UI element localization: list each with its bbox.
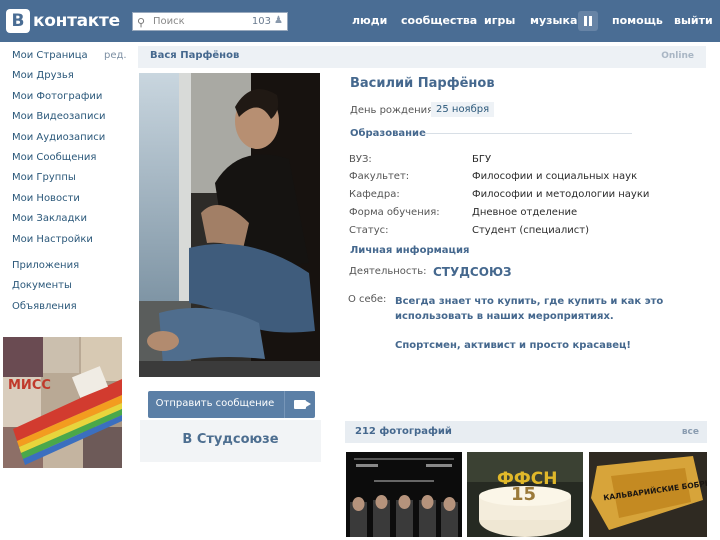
education-label: Факультет: xyxy=(349,171,410,182)
personal-info-title: Личная информация xyxy=(350,245,470,256)
thumbnail-graphic xyxy=(346,452,462,537)
menu-news[interactable]: Мои Новости xyxy=(12,190,132,210)
left-menu: Мои Страница ред. Мои Друзья Мои Фотограф… xyxy=(12,47,132,318)
profile-full-name: Василий Парфёнов xyxy=(350,76,495,91)
education-label: Форма обучения: xyxy=(349,207,440,218)
button-divider xyxy=(284,391,285,418)
thumbnail-graphic: ФФСН 15 xyxy=(467,452,583,537)
about-line: Всегда знает что купить, где купить и ка… xyxy=(395,296,664,307)
education-value[interactable]: Философии и методологии науки xyxy=(472,189,649,200)
send-message-label: Отправить сообщение xyxy=(155,398,275,409)
menu-messages[interactable]: Мои Сообщения xyxy=(12,149,132,169)
menu-friends[interactable]: Мои Друзья xyxy=(12,67,132,87)
birthday-label: День рождения: xyxy=(350,105,437,116)
photo-thumbnail[interactable]: ФФСН 15 xyxy=(467,452,583,537)
online-status: Online xyxy=(661,51,694,61)
education-value[interactable]: Студент (специалист) xyxy=(472,225,589,236)
top-bar: В контакте ⚲ Поиск 103 ♟ люди сообщества… xyxy=(0,0,720,42)
education-label: Статус: xyxy=(349,225,389,236)
menu-apps[interactable]: Приложения xyxy=(12,257,132,277)
cake-number: 15 xyxy=(511,484,536,505)
education-value[interactable]: Философии и социальных наук xyxy=(472,171,637,182)
about-line: использовать в наших мероприятиях. xyxy=(395,311,614,322)
activity-label: Деятельность: xyxy=(349,266,427,277)
about-line: Спортсмен, активист и просто красавец! xyxy=(395,340,631,351)
search-count: 103 xyxy=(251,16,271,27)
pause-icon[interactable] xyxy=(578,11,598,31)
ad-poster-image[interactable]: МИСС xyxy=(3,337,122,468)
nav-communities[interactable]: сообщества xyxy=(401,14,477,30)
menu-photos[interactable]: Мои Фотографии xyxy=(12,88,132,108)
search-icon: ⚲ xyxy=(137,16,146,29)
thumbnail-graphic: КАЛЬВАРИЙСКИЕ БОБРЫ–2012 xyxy=(589,452,707,537)
profile-photo-graphic xyxy=(139,73,320,377)
menu-audio[interactable]: Мои Аудиозаписи xyxy=(12,129,132,149)
nav-music[interactable]: музыка xyxy=(530,14,577,30)
photos-all-link[interactable]: все xyxy=(682,427,699,437)
profile-header: Вася Парфёнов Online xyxy=(138,46,706,68)
poster-graphic: МИСС xyxy=(3,337,122,468)
send-message-button[interactable]: Отправить сообщение xyxy=(148,391,315,418)
video-call-icon[interactable] xyxy=(294,400,311,409)
search-input[interactable]: ⚲ Поиск 103 ♟ xyxy=(132,12,288,31)
logo-text: контакте xyxy=(33,11,120,31)
education-label: ВУЗ: xyxy=(349,154,372,165)
education-label: Кафедра: xyxy=(349,189,400,200)
profile-photo[interactable] xyxy=(139,73,320,377)
menu-my-page[interactable]: Мои Страница ред. xyxy=(12,47,132,67)
group-title: В Студсоюзе xyxy=(182,432,279,447)
activity-value[interactable]: СТУДСОЮЗ xyxy=(433,265,512,279)
logo-letter: В xyxy=(6,9,30,33)
menu-settings[interactable]: Мои Настройки xyxy=(12,231,132,251)
menu-bookmarks[interactable]: Мои Закладки xyxy=(12,210,132,230)
photos-header[interactable]: 212 фотографий все xyxy=(345,421,707,443)
education-divider xyxy=(422,133,632,134)
edit-link[interactable]: ред. xyxy=(104,47,127,65)
photo-thumbnail[interactable]: КАЛЬВАРИЙСКИЕ БОБРЫ–2012 xyxy=(589,452,707,537)
poster-word: МИСС xyxy=(8,378,51,393)
education-value[interactable]: Дневное отделение xyxy=(472,207,577,218)
group-box[interactable]: В Студсоюзе xyxy=(140,420,321,462)
photo-thumbnail[interactable] xyxy=(346,452,462,537)
menu-label: Мои Страница xyxy=(12,50,88,61)
profile-short-name: Вася Парфёнов xyxy=(150,50,240,61)
about-label: О себе: xyxy=(348,294,387,305)
nav-help[interactable]: помощь xyxy=(612,14,663,30)
education-value[interactable]: БГУ xyxy=(472,154,491,165)
nav-people[interactable]: люди xyxy=(352,14,387,30)
nav-games[interactable]: игры xyxy=(484,14,515,30)
birthday-value[interactable]: 25 ноября xyxy=(431,102,495,117)
photos-count: 212 фотографий xyxy=(355,426,452,437)
menu-documents[interactable]: Документы xyxy=(12,277,132,297)
vk-logo[interactable]: В контакте xyxy=(6,8,120,34)
education-title: Образование xyxy=(350,128,426,139)
search-placeholder: Поиск xyxy=(153,16,185,27)
menu-groups[interactable]: Мои Группы xyxy=(12,169,132,189)
menu-videos[interactable]: Мои Видеозаписи xyxy=(12,108,132,128)
menu-ads[interactable]: Объявления xyxy=(12,298,132,318)
nav-logout[interactable]: выйти xyxy=(674,14,713,30)
person-icon: ♟ xyxy=(274,15,283,26)
